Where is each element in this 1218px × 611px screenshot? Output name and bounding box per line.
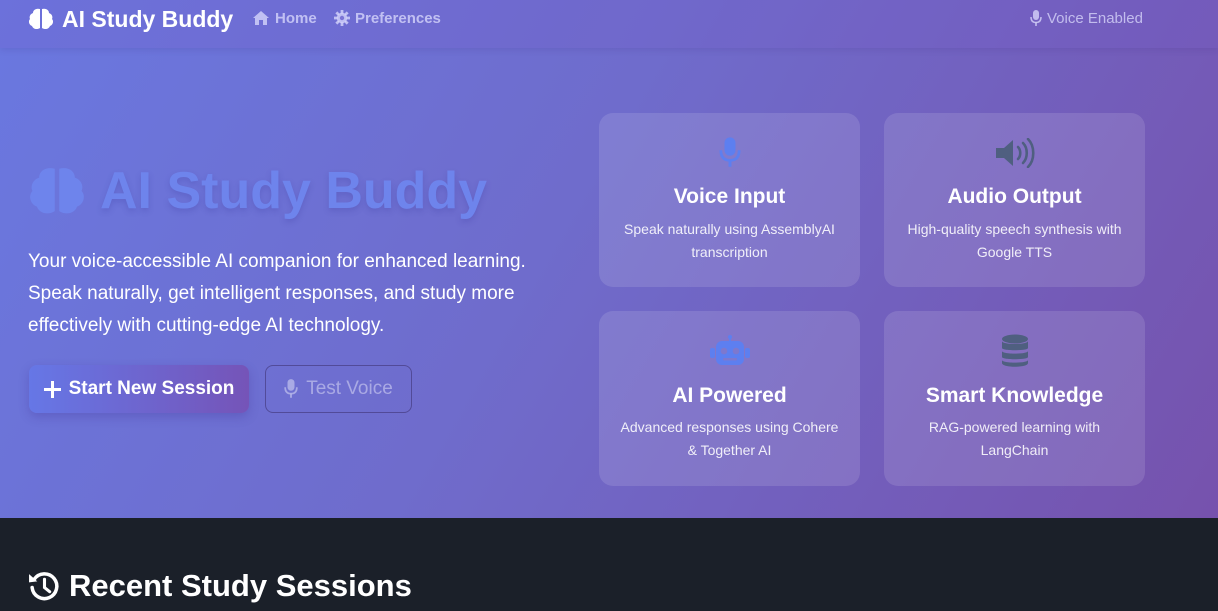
microphone-icon — [1030, 9, 1042, 26]
voice-status-indicator: Voice Enabled — [1030, 7, 1143, 29]
navbar: AI Study Buddy Home Preferences Voice En… — [0, 0, 1218, 48]
feature-card-title: Smart Knowledge — [925, 384, 1104, 407]
test-voice-button[interactable]: Test Voice — [265, 365, 412, 413]
test-voice-label: Test Voice — [306, 378, 393, 399]
feature-card-text: Speak naturally using AssemblyAI transcr… — [624, 221, 835, 260]
hero-title-text: AI Study Buddy — [100, 162, 488, 220]
nav-preferences-label: Preferences — [355, 9, 441, 27]
recent-sessions-heading: Recent Study Sessions — [28, 566, 412, 606]
plus-icon — [43, 380, 61, 398]
feature-card-smart-knowledge: Smart Knowledge RAG-powered learning wit… — [884, 311, 1145, 486]
start-new-session-label: Start New Session — [68, 378, 235, 399]
feature-card-text: RAG-powered learning with LangChain — [928, 419, 1101, 458]
feature-card-voice-input: Voice Input Speak naturally using Assemb… — [599, 113, 860, 287]
history-icon — [29, 571, 59, 600]
brain-icon — [28, 8, 54, 30]
database-icon — [1001, 334, 1028, 367]
feature-card-title: Voice Input — [673, 185, 786, 208]
home-icon — [253, 11, 269, 25]
feature-card-title: Audio Output — [947, 185, 1082, 208]
gear-icon — [334, 10, 350, 26]
brain-icon — [30, 168, 84, 214]
brand-label: AI Study Buddy — [62, 5, 234, 32]
robot-icon — [709, 335, 750, 365]
start-new-session-button[interactable]: Start New Session — [29, 365, 249, 413]
microphone-icon — [718, 137, 741, 167]
nav-home-link[interactable]: Home — [252, 7, 317, 29]
speaker-icon — [995, 138, 1035, 168]
feature-card-text: Advanced responses using Cohere & Togeth… — [620, 419, 839, 458]
hero-description: Your voice-accessible AI companion for e… — [28, 251, 526, 336]
nav-preferences-link[interactable]: Preferences — [334, 7, 441, 29]
hero-title: AI Study Buddy — [28, 158, 487, 224]
feature-card-title: AI Powered — [672, 384, 787, 407]
feature-card-text: High-quality speech synthesis with Googl… — [907, 221, 1122, 260]
feature-card-ai-powered: AI Powered Advanced responses using Cohe… — [599, 311, 860, 486]
microphone-icon — [284, 379, 298, 398]
feature-card-audio-output: Audio Output High-quality speech synthes… — [884, 113, 1145, 287]
brand-link[interactable]: AI Study Buddy — [28, 4, 233, 34]
recent-sessions-title: Recent Study Sessions — [69, 568, 412, 603]
voice-status-label: Voice Enabled — [1047, 9, 1143, 27]
nav-home-label: Home — [275, 9, 317, 27]
